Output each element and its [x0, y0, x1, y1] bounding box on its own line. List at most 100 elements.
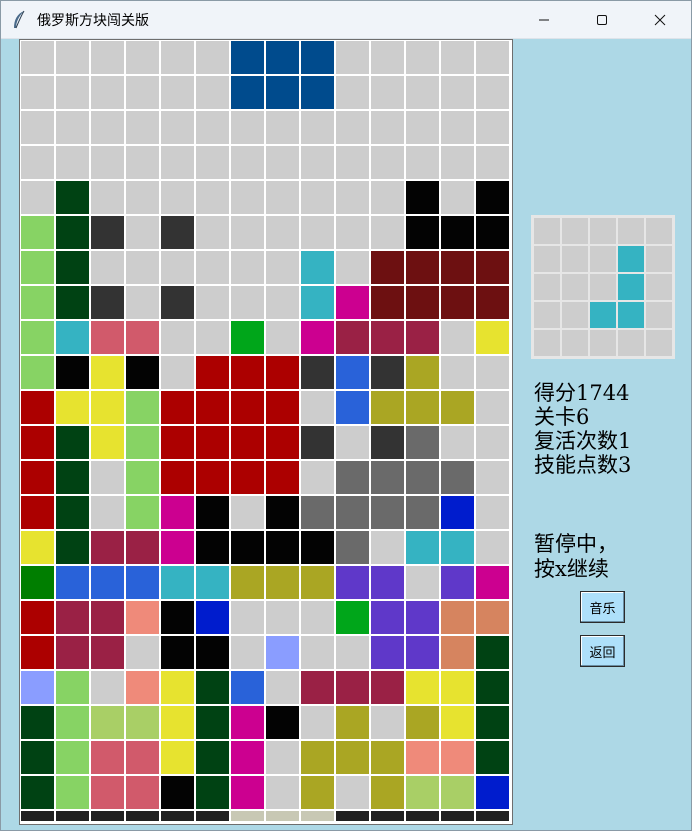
score-text: 得分1744	[534, 381, 630, 405]
board-cell	[441, 706, 474, 739]
board-cell	[56, 811, 89, 821]
board-cell	[266, 531, 299, 564]
board-cell	[21, 146, 54, 179]
back-button[interactable]: 返回	[580, 635, 625, 667]
board-cell	[266, 146, 299, 179]
preview-cell	[534, 274, 560, 300]
board-cell	[126, 181, 159, 214]
board-cell	[91, 426, 124, 459]
board-cell	[56, 671, 89, 704]
board-cell	[56, 181, 89, 214]
board-cell	[441, 636, 474, 669]
board-cell	[406, 636, 439, 669]
board-cell	[336, 111, 369, 144]
board-cell	[231, 426, 264, 459]
board-cell	[91, 216, 124, 249]
board-cell	[21, 286, 54, 319]
board-cell	[406, 181, 439, 214]
board-cell	[371, 461, 404, 494]
close-button[interactable]	[631, 1, 689, 38]
board-cell	[21, 76, 54, 109]
board-cell	[91, 391, 124, 424]
board-cell	[56, 496, 89, 529]
board-cell	[406, 286, 439, 319]
title-bar[interactable]: 俄罗斯方块闯关版	[1, 1, 691, 39]
board-cell	[476, 671, 509, 704]
board-cell	[266, 41, 299, 74]
board-cell	[301, 426, 334, 459]
board-cell	[266, 461, 299, 494]
board-cell	[336, 76, 369, 109]
board-cell	[161, 811, 194, 821]
board-cell	[231, 601, 264, 634]
board-cell	[91, 811, 124, 821]
game-board[interactable]	[19, 39, 513, 825]
level-text: 关卡6	[534, 405, 590, 429]
board-cell	[91, 146, 124, 179]
board-cell	[231, 776, 264, 809]
board-cell	[126, 356, 159, 389]
board-cell	[126, 671, 159, 704]
board-cell	[196, 76, 229, 109]
board-cell	[406, 601, 439, 634]
preview-cell	[590, 218, 616, 244]
board-cell	[91, 671, 124, 704]
board-cell	[406, 321, 439, 354]
board-cell	[126, 41, 159, 74]
board-cell	[56, 636, 89, 669]
preview-cell	[646, 274, 672, 300]
board-cell	[196, 426, 229, 459]
preview-cell	[590, 302, 616, 328]
board-cell	[231, 566, 264, 599]
preview-cell	[590, 330, 616, 356]
board-cell	[441, 776, 474, 809]
board-cell	[126, 461, 159, 494]
board-cell	[126, 531, 159, 564]
pause-message: 暂停中， 按x继续	[534, 532, 618, 582]
board-cell	[441, 41, 474, 74]
board-cell	[196, 356, 229, 389]
music-button[interactable]: 音乐	[580, 591, 625, 623]
board-cell	[21, 356, 54, 389]
board-cell	[196, 321, 229, 354]
board-cell	[91, 566, 124, 599]
board-cell	[406, 41, 439, 74]
board-cell	[476, 216, 509, 249]
board-cell	[371, 356, 404, 389]
board-cell	[56, 531, 89, 564]
maximize-button[interactable]	[573, 1, 631, 38]
board-cell	[371, 111, 404, 144]
board-cell	[336, 741, 369, 774]
next-piece-preview	[531, 215, 675, 359]
board-cell	[476, 41, 509, 74]
window-title: 俄罗斯方块闯关版	[37, 13, 149, 29]
board-cell	[161, 706, 194, 739]
board-cell	[21, 216, 54, 249]
minimize-button[interactable]	[515, 1, 573, 38]
board-cell	[336, 496, 369, 529]
board-cell	[231, 461, 264, 494]
board-cell	[196, 741, 229, 774]
board-cell	[196, 531, 229, 564]
board-cell	[266, 706, 299, 739]
board-cell	[196, 216, 229, 249]
board-cell	[161, 531, 194, 564]
board-cell	[21, 566, 54, 599]
board-cell	[126, 496, 159, 529]
preview-cell	[534, 246, 560, 272]
board-cell	[476, 636, 509, 669]
board-cell	[301, 356, 334, 389]
board-cell	[406, 391, 439, 424]
board-cell	[21, 251, 54, 284]
board-cell	[231, 811, 264, 821]
board-cell	[441, 566, 474, 599]
board-cell	[231, 496, 264, 529]
board-cell	[56, 566, 89, 599]
board-cell	[126, 76, 159, 109]
board-cell	[231, 146, 264, 179]
board-cell	[336, 251, 369, 284]
board-cell	[21, 41, 54, 74]
board-cell	[21, 601, 54, 634]
board-cell	[21, 636, 54, 669]
board-cell	[266, 111, 299, 144]
